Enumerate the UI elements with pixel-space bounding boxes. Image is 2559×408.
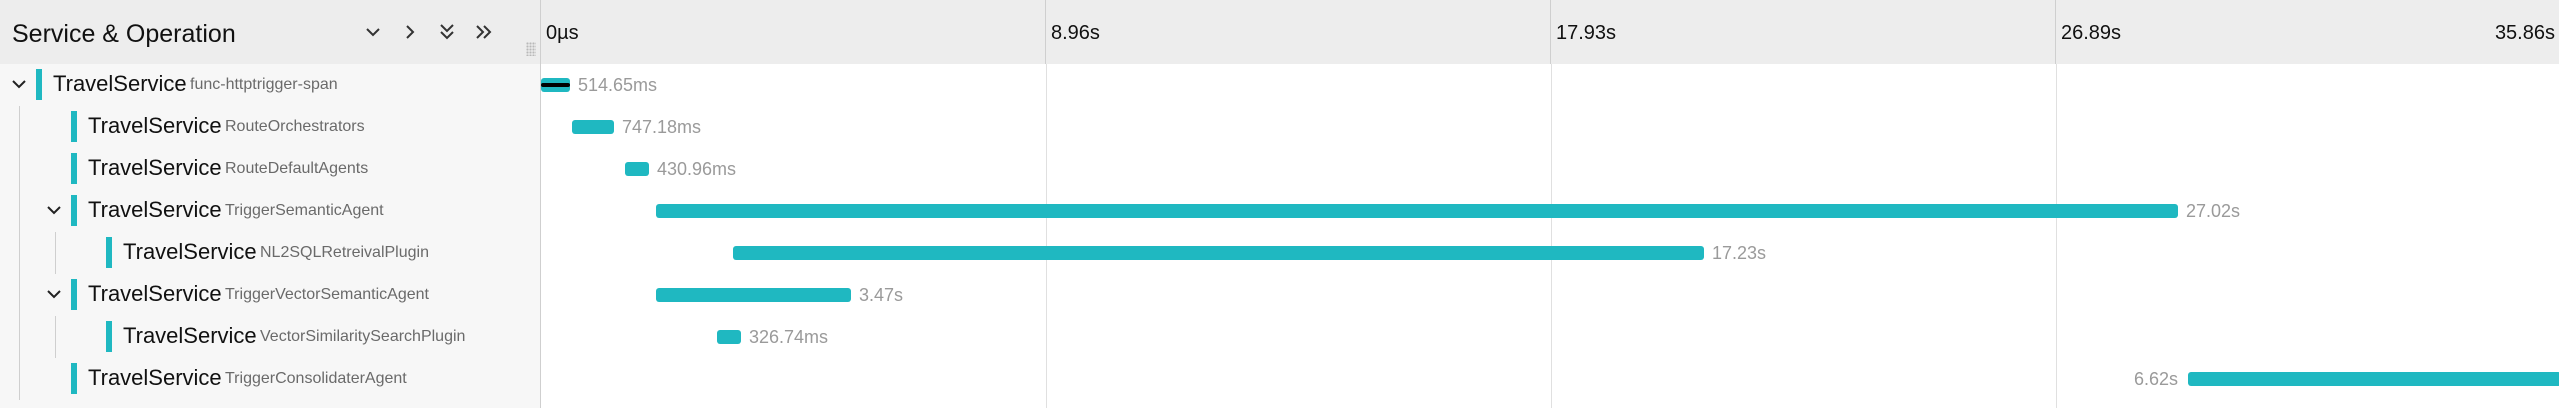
operation-name: RouteDefaultAgents xyxy=(225,160,369,177)
trace-view: Service & Operation 0µs 8.96s 17.93s 26.… xyxy=(0,0,2559,408)
column-title: Service & Operation xyxy=(12,20,236,48)
operation-name: RouteOrchestrators xyxy=(225,118,365,135)
span-bar[interactable] xyxy=(625,162,649,176)
tree-guide xyxy=(19,190,20,232)
service-color-bar xyxy=(106,321,112,352)
chevron-down-icon[interactable] xyxy=(43,283,65,305)
span-duration-label: 3.47s xyxy=(859,285,904,305)
service-color-bar xyxy=(71,195,77,226)
column-resize-handle[interactable] xyxy=(526,0,536,408)
span-row[interactable]: TravelService RouteDefaultAgents xyxy=(0,148,540,190)
tick-divider xyxy=(540,0,541,64)
tick-label: 35.86s xyxy=(2494,22,2555,44)
service-color-bar xyxy=(36,69,42,100)
service-name: TravelService xyxy=(88,365,222,390)
tree-guide xyxy=(19,232,20,274)
span-row[interactable]: TravelService TriggerSemanticAgent xyxy=(0,190,540,232)
service-name: TravelService xyxy=(123,239,257,264)
span-duration-label: 27.02s xyxy=(2186,201,2241,221)
span-row[interactable]: TravelService NL2SQLRetreivalPlugin xyxy=(0,232,540,274)
chevron-down-icon[interactable] xyxy=(8,73,30,95)
span-row[interactable]: TravelService TriggerVectorSemanticAgent xyxy=(0,274,540,316)
tick-label: 0µs xyxy=(546,22,579,44)
chevron-down-icon[interactable] xyxy=(358,18,388,46)
tree-guide xyxy=(55,232,56,274)
double-chevron-down-icon[interactable] xyxy=(432,18,462,46)
chevron-right-icon[interactable] xyxy=(395,18,425,46)
tick-divider xyxy=(2055,0,2056,64)
service-name: TravelService xyxy=(88,281,222,306)
span-duration-label: 430.96ms xyxy=(657,159,737,179)
tree-guide xyxy=(19,148,20,190)
span-row[interactable]: TravelService func-httptrigger-span xyxy=(0,64,540,106)
span-duration-label: 17.23s xyxy=(1712,243,1767,263)
span-duration-label: 6.62s xyxy=(2133,369,2178,389)
service-color-bar xyxy=(71,279,77,310)
operation-name: TriggerVectorSemanticAgent xyxy=(225,286,429,303)
service-name: TravelService xyxy=(53,71,187,96)
span-bar[interactable] xyxy=(2188,372,2559,386)
tree-guide xyxy=(19,274,20,316)
tick-label: 8.96s xyxy=(1051,22,1100,44)
tree-guide xyxy=(19,358,20,400)
service-name: TravelService xyxy=(123,323,257,348)
tick-label: 26.89s xyxy=(2061,22,2122,44)
grid-line xyxy=(1046,64,1047,408)
timeline: 514.65ms 747.18ms 430.96ms 27.02s 17.23s 3.47… xyxy=(540,64,2559,408)
span-bar[interactable] xyxy=(656,204,2178,218)
tick-divider xyxy=(1045,0,1046,64)
service-color-bar xyxy=(71,153,77,184)
service-name: TravelService xyxy=(88,197,222,222)
operation-name: NL2SQLRetreivalPlugin xyxy=(260,244,429,261)
service-color-bar xyxy=(71,363,77,394)
span-row[interactable]: TravelService RouteOrchestrators xyxy=(0,106,540,148)
tick-label: 17.93s xyxy=(1556,22,1617,44)
service-name: TravelService xyxy=(88,113,222,138)
operation-name: TriggerSemanticAgent xyxy=(225,202,384,219)
span-bar[interactable] xyxy=(572,120,614,134)
service-color-bar xyxy=(106,237,112,268)
span-bar[interactable] xyxy=(717,330,741,344)
grid-line xyxy=(1551,64,1552,408)
span-bar[interactable] xyxy=(733,246,1704,260)
operation-name: VectorSimilaritySearchPlugin xyxy=(260,328,466,345)
double-chevron-right-icon[interactable] xyxy=(469,18,499,46)
operation-name: TriggerConsolidaterAgent xyxy=(225,370,407,387)
tree-guide xyxy=(19,316,20,358)
service-name: TravelService xyxy=(88,155,222,180)
chevron-down-icon[interactable] xyxy=(43,199,65,221)
span-row[interactable]: TravelService TriggerConsolidaterAgent xyxy=(0,358,540,400)
tree-guide xyxy=(55,316,56,358)
span-bar[interactable] xyxy=(541,78,570,92)
span-row[interactable]: TravelService VectorSimilaritySearchPlug… xyxy=(0,316,540,358)
service-operation-list: TravelService func-httptrigger-span Trav… xyxy=(0,64,540,408)
grid-line xyxy=(2056,64,2057,408)
span-duration-label: 514.65ms xyxy=(578,75,658,95)
operation-name: func-httptrigger-span xyxy=(190,76,338,93)
span-duration-label: 326.74ms xyxy=(749,327,829,347)
span-duration-label: 747.18ms xyxy=(622,117,702,137)
tree-guide xyxy=(19,106,20,148)
tick-divider xyxy=(1550,0,1551,64)
header: Service & Operation 0µs 8.96s 17.93s 26.… xyxy=(0,0,2559,65)
span-bar[interactable] xyxy=(656,288,851,302)
service-color-bar xyxy=(71,111,77,142)
